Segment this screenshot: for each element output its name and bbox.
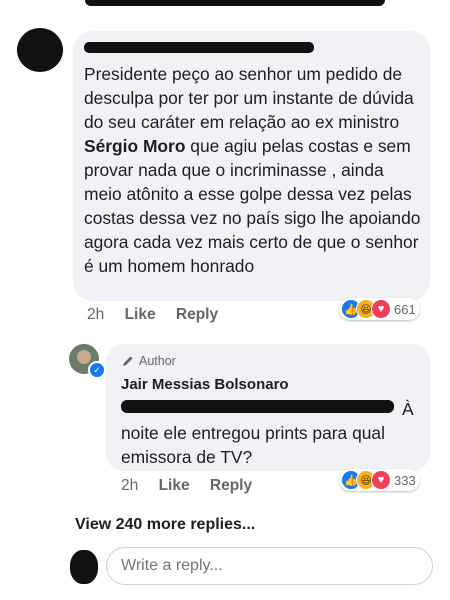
redaction-scribble-top <box>85 0 385 6</box>
reply-reaction-count: 333 <box>394 472 416 488</box>
comment-text: Presidente peço ao senhor um pedido de d… <box>84 62 424 278</box>
current-user-avatar-redacted <box>70 550 98 584</box>
reaction-count: 661 <box>394 301 416 317</box>
reply-text: À noite ele entregou prints para qual em… <box>121 397 426 469</box>
pencil-icon <box>123 356 133 366</box>
reply-reactions-summary[interactable]: 👍 😆 ♥ 333 <box>339 469 420 491</box>
reply-input[interactable] <box>106 547 433 585</box>
verified-badge-icon: ✓ <box>88 361 106 379</box>
author-badge: Author <box>121 354 176 368</box>
author-name[interactable]: Jair Messias Bolsonaro <box>121 376 289 393</box>
view-more-replies-link[interactable]: View 240 more replies... <box>75 516 255 534</box>
comment-meta: 2h Like Reply <box>87 306 218 324</box>
love-icon: ♥ <box>371 470 391 490</box>
like-button[interactable]: Like <box>125 306 156 323</box>
commenter-avatar-redacted[interactable] <box>17 28 63 72</box>
reply-text-content: À noite ele entregou prints para qual em… <box>121 399 414 467</box>
reply-button[interactable]: Reply <box>176 306 218 323</box>
reply-like-button[interactable]: Like <box>159 477 190 494</box>
comment-text-part2: que agiu pelas costas e sem provar nada … <box>84 136 421 276</box>
reply-time[interactable]: 2h <box>121 477 138 494</box>
love-icon: ♥ <box>371 299 391 319</box>
redaction-scribble-name <box>84 42 314 53</box>
comment-time[interactable]: 2h <box>87 306 104 323</box>
mentioned-name: Sérgio Moro <box>84 136 186 156</box>
author-badge-label: Author <box>139 354 176 368</box>
reactions-summary[interactable]: 👍 😆 ♥ 661 <box>339 298 420 320</box>
reply-reply-button[interactable]: Reply <box>210 477 252 494</box>
reply-meta: 2h Like Reply <box>121 477 252 495</box>
comment-text-part1: Presidente peço ao senhor um pedido de d… <box>84 64 414 132</box>
